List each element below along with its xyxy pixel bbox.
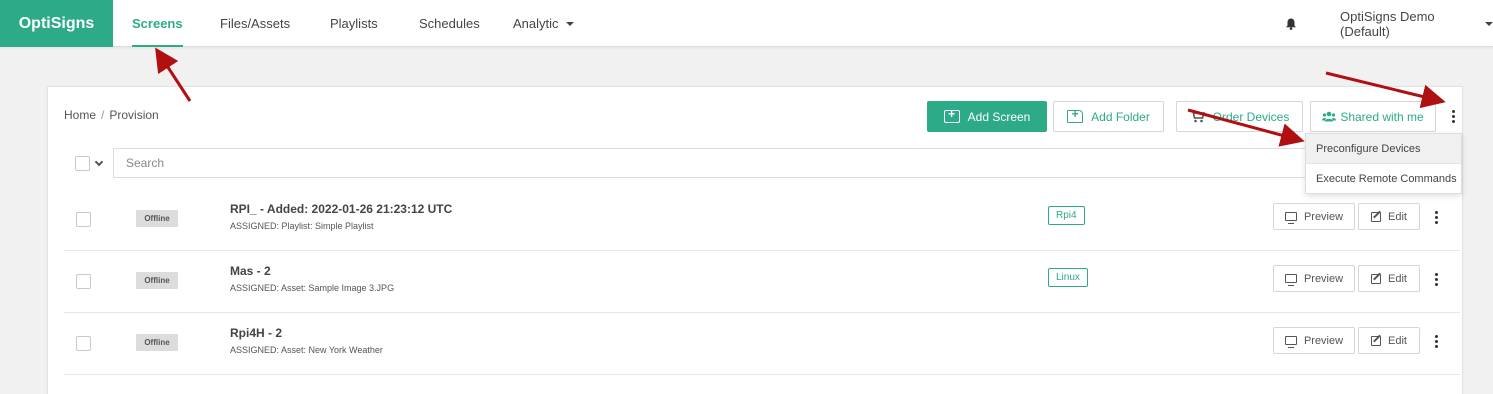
monitor-icon bbox=[1284, 274, 1297, 286]
more-options-icon[interactable] bbox=[1452, 110, 1456, 123]
screen-name[interactable]: Rpi4H - 2 bbox=[230, 326, 282, 340]
edit-button[interactable]: Edit bbox=[1358, 327, 1420, 354]
add-screen-label: Add Screen bbox=[967, 109, 1031, 124]
row-checkbox[interactable] bbox=[76, 274, 91, 289]
add-folder-icon bbox=[1067, 107, 1084, 123]
account-menu[interactable]: OptiSigns Demo (Default) bbox=[1340, 0, 1493, 47]
add-folder-button[interactable]: Add Folder bbox=[1053, 101, 1164, 132]
screen-assigned: ASSIGNED: Playlist: Simple Playlist bbox=[230, 221, 374, 231]
screen-name[interactable]: Mas - 2 bbox=[230, 264, 271, 278]
edit-icon bbox=[1371, 335, 1382, 346]
preview-label: Preview bbox=[1303, 210, 1344, 223]
cart-icon bbox=[1190, 110, 1205, 123]
screen-name[interactable]: RPI_ - Added: 2022-01-26 21:23:12 UTC bbox=[230, 202, 452, 216]
row-more-icon[interactable] bbox=[1435, 273, 1439, 286]
row-more-icon[interactable] bbox=[1435, 211, 1439, 224]
account-name: OptiSigns Demo (Default) bbox=[1340, 8, 1435, 39]
more-options-menu: Preconfigure Devices Execute Remote Comm… bbox=[1305, 133, 1462, 194]
edit-icon bbox=[1371, 273, 1382, 284]
order-devices-button[interactable]: Order Devices bbox=[1176, 101, 1303, 132]
bell-icon[interactable] bbox=[1285, 18, 1297, 30]
preview-button[interactable]: Preview bbox=[1273, 327, 1355, 354]
edit-label: Edit bbox=[1388, 210, 1407, 223]
add-screen-icon bbox=[943, 107, 960, 123]
row-checkbox[interactable] bbox=[76, 336, 91, 351]
row-checkbox[interactable] bbox=[76, 212, 91, 227]
menu-item-preconfigure-devices[interactable]: Preconfigure Devices bbox=[1306, 134, 1461, 164]
preview-label: Preview bbox=[1303, 334, 1344, 347]
table-row: Offline RPI_ - Added: 2022-01-26 21:23:1… bbox=[64, 189, 1460, 251]
nav-analytic[interactable]: Analytic bbox=[513, 0, 574, 47]
nav-files-assets[interactable]: Files/Assets bbox=[220, 0, 290, 47]
status-badge: Offline bbox=[136, 210, 178, 227]
screen-assigned: ASSIGNED: Asset: Sample Image 3.JPG bbox=[230, 283, 395, 293]
add-screen-button[interactable]: Add Screen bbox=[927, 101, 1047, 132]
nav-playlists[interactable]: Playlists bbox=[330, 0, 378, 47]
top-navbar: OptiSigns Screens Files/Assets Playlists… bbox=[0, 0, 1493, 47]
add-folder-label: Add Folder bbox=[1091, 109, 1150, 124]
table-row: Offline Rpi4H - 2 ASSIGNED: Asset: New Y… bbox=[64, 313, 1460, 375]
row-more-icon[interactable] bbox=[1435, 335, 1439, 348]
edit-button[interactable]: Edit bbox=[1358, 203, 1420, 230]
breadcrumb-home[interactable]: Home bbox=[64, 108, 96, 122]
preview-button[interactable]: Preview bbox=[1273, 203, 1355, 230]
breadcrumb: Home / Provision bbox=[64, 108, 159, 122]
order-devices-label: Order Devices bbox=[1212, 109, 1290, 124]
chevron-down-icon bbox=[565, 21, 574, 26]
shared-with-me-label: Shared with me bbox=[1340, 109, 1424, 124]
status-badge: Offline bbox=[136, 272, 178, 289]
device-tag: Rpi4 bbox=[1048, 206, 1085, 225]
device-tag: Linux bbox=[1048, 268, 1088, 287]
menu-item-execute-remote-commands[interactable]: Execute Remote Commands bbox=[1306, 164, 1461, 194]
preview-label: Preview bbox=[1303, 272, 1344, 285]
search-input[interactable] bbox=[113, 148, 1306, 178]
brand-logo[interactable]: OptiSigns bbox=[0, 0, 113, 47]
screen-assigned: ASSIGNED: Asset: New York Weather bbox=[230, 345, 383, 355]
users-icon bbox=[1322, 111, 1337, 122]
edit-button[interactable]: Edit bbox=[1358, 265, 1420, 292]
monitor-icon bbox=[1284, 336, 1297, 348]
nav-analytic-label: Analytic bbox=[513, 16, 559, 31]
nav-schedules[interactable]: Schedules bbox=[419, 0, 480, 47]
status-badge: Offline bbox=[136, 334, 178, 351]
monitor-icon bbox=[1284, 212, 1297, 224]
shared-with-me-button[interactable]: Shared with me bbox=[1310, 101, 1436, 132]
edit-icon bbox=[1371, 211, 1382, 222]
edit-label: Edit bbox=[1388, 272, 1407, 285]
nav-screens[interactable]: Screens bbox=[132, 0, 183, 47]
edit-label: Edit bbox=[1388, 334, 1407, 347]
select-all-checkbox[interactable] bbox=[75, 156, 90, 171]
table-row: Offline Mas - 2 ASSIGNED: Asset: Sample … bbox=[64, 251, 1460, 313]
chevron-down-icon bbox=[1485, 21, 1493, 26]
breadcrumb-separator: / bbox=[101, 108, 105, 122]
breadcrumb-current: Provision bbox=[109, 108, 159, 122]
preview-button[interactable]: Preview bbox=[1273, 265, 1355, 292]
